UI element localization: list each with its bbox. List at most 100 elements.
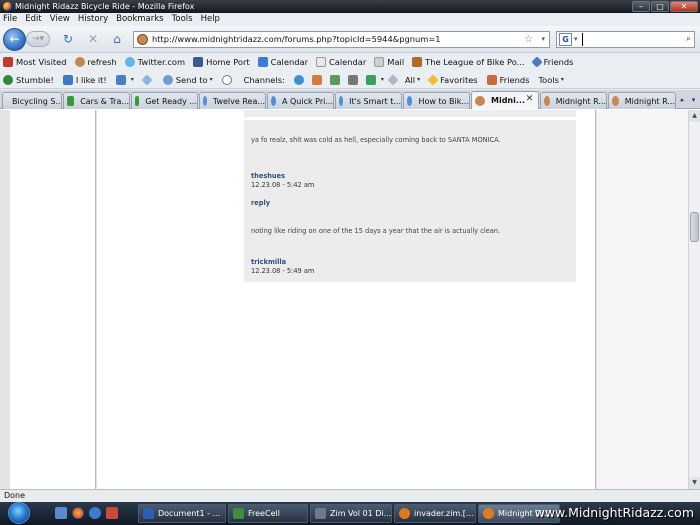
- post-username-link[interactable]: trickmilla: [251, 258, 286, 266]
- post-message: ya fo realz, shit was cold as hell, espe…: [251, 136, 501, 144]
- search-input[interactable]: [582, 33, 677, 46]
- engine-dropdown-icon[interactable]: ▾: [574, 32, 578, 47]
- bookmark-friends[interactable]: Friends: [530, 56, 573, 68]
- tab-close-icon[interactable]: ✕: [524, 94, 535, 105]
- comment-button[interactable]: [221, 74, 235, 85]
- forward-button[interactable]: →▾: [26, 31, 50, 47]
- menu-edit[interactable]: Edit: [25, 13, 41, 26]
- firefox-quicklaunch-icon[interactable]: [72, 507, 84, 519]
- people-icon: [311, 74, 322, 85]
- channels-label: Channels:: [243, 74, 285, 85]
- scroll-up-icon[interactable]: ▲: [689, 110, 700, 122]
- tag-icon: [141, 73, 153, 86]
- bookmark-twitter[interactable]: Twitter.com: [124, 57, 185, 67]
- tab-midnight-3[interactable]: Midnight R...: [608, 92, 676, 109]
- bookmark-mail[interactable]: Mail: [374, 57, 404, 67]
- tab-strip: ◂ Bicycling S... Cars & Tra... Get Ready…: [0, 90, 700, 109]
- url-dropdown-icon[interactable]: ▾: [541, 32, 545, 47]
- maximize-button[interactable]: □: [651, 1, 669, 12]
- calendar-page-icon: [315, 57, 326, 67]
- star-icon: [427, 73, 439, 86]
- stumble-button[interactable]: Stumble!: [3, 74, 54, 85]
- tab-how-to-bike[interactable]: How to Bik...: [403, 92, 470, 109]
- tab-scroll-right-icon[interactable]: ▸: [678, 93, 687, 107]
- menu-history[interactable]: History: [78, 13, 108, 26]
- tab-midnight-2[interactable]: Midnight R...: [540, 92, 607, 109]
- favorites-button[interactable]: Favorites: [427, 73, 478, 86]
- taskbar-zim-vol[interactable]: Zim Vol 01 Di...: [310, 504, 392, 523]
- channel-people[interactable]: [311, 74, 325, 85]
- taskbar-document1[interactable]: Document1 - ...: [138, 504, 226, 523]
- bookmark-star-icon[interactable]: ☆: [524, 32, 533, 47]
- bookmark-calendar-1[interactable]: Calendar: [257, 57, 308, 67]
- firefox-icon: [399, 508, 410, 519]
- friends-button[interactable]: Friends: [486, 74, 529, 85]
- home-icon[interactable]: ⌂: [109, 31, 125, 47]
- address-bar[interactable]: http://www.midnightridazz.com/forums.php…: [133, 31, 550, 48]
- start-button[interactable]: [4, 502, 34, 525]
- bookmark-home-port[interactable]: Home Port: [193, 57, 250, 67]
- scrollbar-thumb[interactable]: [690, 212, 699, 242]
- scroll-down-icon[interactable]: ▼: [689, 477, 700, 489]
- menu-bookmarks[interactable]: Bookmarks: [116, 13, 164, 26]
- tab-midnight-active[interactable]: Midni... ✕: [471, 91, 539, 109]
- tab-quick-primer[interactable]: A Quick Pri...: [267, 92, 334, 109]
- bookmarks-toolbar: Most Visited refresh Twitter.com Home Po…: [0, 53, 700, 71]
- bookmark-calendar-2[interactable]: Calendar: [315, 57, 366, 67]
- bookmark-most-visited[interactable]: Most Visited: [3, 57, 67, 67]
- channel-shuffle[interactable]: ▾: [365, 74, 384, 85]
- taskbar-freecell[interactable]: FreeCell: [228, 504, 308, 523]
- close-window-button[interactable]: ✕: [670, 1, 698, 12]
- tab-twelve-reasons[interactable]: Twelve Rea...: [199, 92, 266, 109]
- stop-icon[interactable]: ✕: [85, 31, 101, 47]
- reply-link[interactable]: reply: [251, 199, 270, 207]
- thumbs-down-button[interactable]: ▾: [115, 74, 134, 85]
- forum-post: noting like riding on one of the 15 days…: [244, 216, 576, 282]
- tab-bicycling[interactable]: Bicycling S...: [2, 92, 62, 109]
- channel-globe[interactable]: [293, 74, 307, 85]
- google-engine-icon[interactable]: G: [559, 33, 572, 46]
- status-bar: Done: [0, 489, 700, 502]
- quicklaunch-app-icon[interactable]: [106, 507, 118, 519]
- menu-help[interactable]: Help: [201, 13, 220, 26]
- tab-favicon-icon: [612, 96, 619, 106]
- search-magnifier-icon[interactable]: ⌕: [686, 32, 691, 47]
- tab-list-icon[interactable]: ▾: [689, 93, 698, 107]
- forum-post: ya fo realz, shit was cold as hell, espe…: [244, 120, 576, 223]
- tab-get-ready[interactable]: Get Ready ...: [131, 92, 198, 109]
- vertical-scrollbar[interactable]: ▲ ▼: [688, 110, 700, 489]
- channel-tag[interactable]: [387, 73, 400, 86]
- all-dropdown[interactable]: All ▾: [405, 75, 420, 85]
- url-text[interactable]: http://www.midnightridazz.com/forums.php…: [152, 32, 441, 47]
- speech-bubble-icon: [221, 74, 232, 85]
- chevron-down-icon: ▾: [209, 76, 213, 83]
- send-to-button[interactable]: Send to ▾: [162, 74, 213, 85]
- menu-tools[interactable]: Tools: [172, 13, 193, 26]
- ie-quicklaunch-icon[interactable]: [89, 507, 101, 519]
- firefox-icon: [483, 508, 494, 519]
- post-timestamp: 12.23.08 - 5:49 am: [251, 267, 315, 275]
- tab-favicon-icon: [407, 96, 413, 106]
- post-timestamp: 12.23.08 - 5:42 am: [251, 181, 315, 189]
- menu-view[interactable]: View: [50, 13, 70, 26]
- tag-button[interactable]: [141, 73, 154, 86]
- status-text: Done: [4, 491, 26, 500]
- tools-dropdown[interactable]: Tools ▾: [538, 75, 563, 85]
- show-desktop-icon[interactable]: [55, 507, 67, 519]
- post-username-link[interactable]: theshues: [251, 172, 285, 180]
- tab-its-smart[interactable]: It's Smart t...: [335, 92, 402, 109]
- i-like-it-button[interactable]: I like it!: [62, 74, 107, 85]
- menu-file[interactable]: File: [3, 13, 17, 26]
- tab-cars-traffic[interactable]: Cars & Tra...: [63, 92, 130, 109]
- search-bar[interactable]: G ▾ ⌕: [556, 31, 695, 48]
- back-button[interactable]: ←: [3, 28, 26, 51]
- channel-photo[interactable]: [347, 74, 361, 85]
- channel-video[interactable]: [329, 74, 343, 85]
- window-controls: – □ ✕: [632, 1, 698, 12]
- bookmark-league-of-bike[interactable]: The League of Bike Po...: [412, 57, 525, 67]
- bookmark-refresh[interactable]: refresh: [74, 57, 117, 67]
- tag-grey-icon: [387, 73, 399, 86]
- reload-icon[interactable]: ↻: [60, 31, 76, 47]
- taskbar-invader-zim[interactable]: invader.zim.[...: [394, 504, 476, 523]
- minimize-button[interactable]: –: [632, 1, 650, 12]
